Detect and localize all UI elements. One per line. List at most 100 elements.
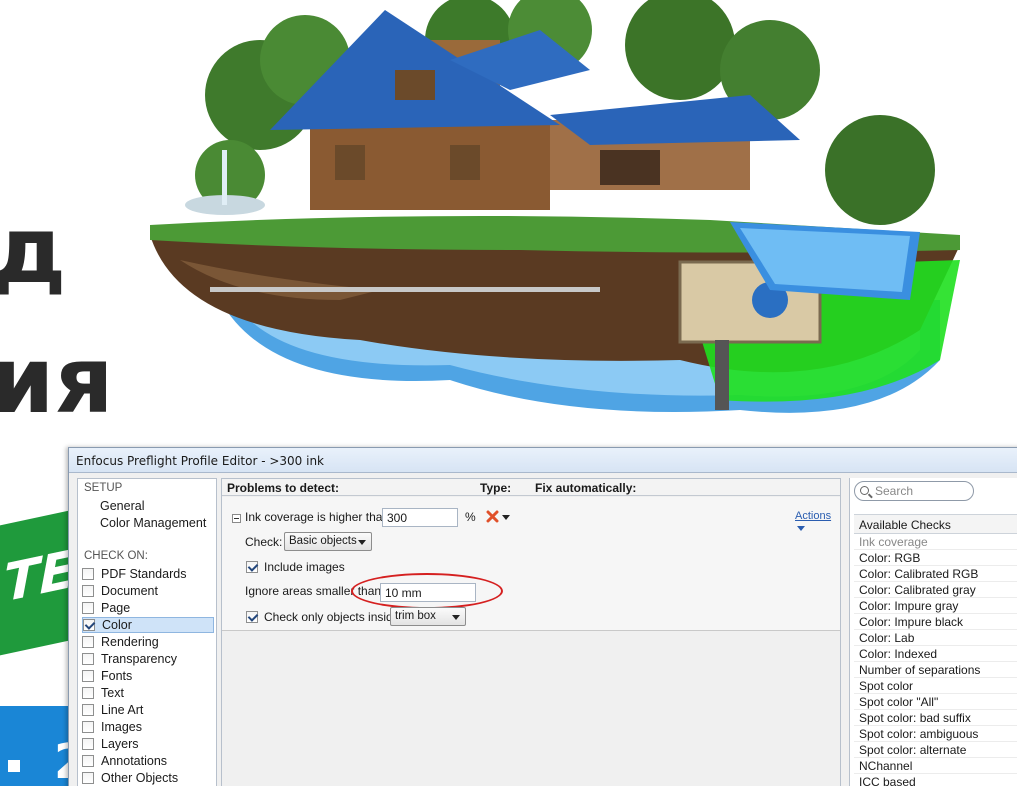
- setup-header: SETUP: [84, 482, 123, 494]
- sidebar-item-label: Rendering: [101, 635, 159, 649]
- window-title: Enfocus Preflight Profile Editor - >300 …: [69, 448, 1017, 473]
- sidebar-item-fonts[interactable]: Fonts: [82, 668, 214, 684]
- checkbox-checked[interactable]: [83, 619, 95, 631]
- checkbox[interactable]: [82, 636, 94, 648]
- checkbox[interactable]: [82, 755, 94, 767]
- type-dropdown-arrow-icon[interactable]: [502, 515, 510, 520]
- list-item[interactable]: Spot color "All": [854, 694, 1017, 710]
- list-item[interactable]: Color: RGB: [854, 550, 1017, 566]
- checkbox[interactable]: [82, 653, 94, 665]
- sidebar-item-label: PDF Standards: [101, 567, 187, 581]
- bullet-icon: [8, 760, 20, 772]
- sidebar-item-pdf-standards[interactable]: PDF Standards: [82, 566, 214, 582]
- checkbox[interactable]: [82, 738, 94, 750]
- ink-coverage-rule: Ink coverage is higher than 300 % Action…: [222, 497, 840, 631]
- check-select-value: Basic objects: [289, 535, 357, 547]
- check-item-ink-coverage[interactable]: Ink coverage: [854, 534, 1017, 550]
- sidebar-item-label: Color: [102, 618, 132, 632]
- check-on-header: CHECK ON:: [84, 550, 148, 562]
- sidebar-item-label: Transparency: [101, 652, 177, 666]
- header-problems: Problems to detect:: [227, 481, 340, 495]
- checkbox[interactable]: [82, 585, 94, 597]
- screenshot: д ия TE 2: [0, 0, 1017, 786]
- available-checks-header: Available Checks: [854, 514, 1017, 534]
- list-item[interactable]: Color: Impure gray: [854, 598, 1017, 614]
- sidebar-item-label: Fonts: [101, 669, 133, 683]
- box-select[interactable]: trim box: [390, 607, 466, 626]
- check-select[interactable]: Basic objects: [284, 532, 372, 551]
- search-input[interactable]: Search: [854, 481, 974, 501]
- sidebar-item-label: Page: [101, 601, 131, 615]
- list-item[interactable]: ICC based: [854, 774, 1017, 786]
- checkbox[interactable]: [82, 704, 94, 716]
- sidebar-item-label: Line Art: [101, 703, 144, 717]
- ink-coverage-input[interactable]: 300: [382, 508, 458, 527]
- sidebar-item-rendering[interactable]: Rendering: [82, 634, 214, 650]
- checkbox[interactable]: [82, 687, 94, 699]
- sidebar-item-label: Document: [101, 584, 158, 598]
- list-item[interactable]: Color: Impure black: [854, 614, 1017, 630]
- list-item[interactable]: Number of separations: [854, 662, 1017, 678]
- list-item[interactable]: NChannel: [854, 758, 1017, 774]
- list-item[interactable]: Color: Calibrated gray: [854, 582, 1017, 598]
- checkbox[interactable]: [82, 602, 94, 614]
- sidebar-item-annotations[interactable]: Annotations: [82, 753, 214, 769]
- list-item[interactable]: Spot color: [854, 678, 1017, 694]
- sidebar-item-color-management[interactable]: Color Management: [100, 516, 206, 530]
- background-heading-line2: ия: [0, 327, 114, 434]
- blue-banner: 2: [0, 706, 87, 786]
- sidebar-item-color[interactable]: Color: [82, 617, 214, 633]
- box-select-value: trim box: [395, 610, 436, 622]
- list-item[interactable]: Spot color: alternate: [854, 742, 1017, 758]
- checkbox[interactable]: [82, 670, 94, 682]
- rule-label: Ink coverage is higher than: [245, 510, 390, 524]
- collapse-icon[interactable]: [232, 514, 241, 523]
- actions-link[interactable]: Actions: [795, 510, 840, 534]
- available-checks-panel: Search Available Checks Ink coverage Col…: [849, 478, 1017, 786]
- house-island-illustration: [150, 0, 960, 413]
- header-fix: Fix automatically:: [535, 481, 637, 495]
- only-inside-checkbox[interactable]: [246, 611, 258, 623]
- sidebar-item-label: Annotations: [101, 754, 168, 768]
- list-item[interactable]: Color: Indexed: [854, 646, 1017, 662]
- sidebar-item-general[interactable]: General: [100, 499, 144, 513]
- profile-editor-window: Enfocus Preflight Profile Editor - >300 …: [68, 447, 1017, 786]
- list-item[interactable]: Color: Calibrated RGB: [854, 566, 1017, 582]
- search-placeholder: Search: [875, 484, 914, 498]
- sidebar: SETUP General Color Management CHECK ON:…: [77, 478, 217, 786]
- highlight-annotation: [351, 573, 503, 609]
- green-banner-text: TE: [4, 539, 75, 615]
- list-item[interactable]: Spot color: bad suffix: [854, 710, 1017, 726]
- checkbox[interactable]: [82, 721, 94, 733]
- actions-label: Actions: [795, 510, 832, 522]
- chevron-down-icon: [358, 540, 366, 545]
- sidebar-item-other-objects[interactable]: Other Objects: [82, 770, 214, 786]
- column-headers: Problems to detect: Type: Fix automatica…: [222, 479, 840, 496]
- sidebar-item-label: Layers: [101, 737, 139, 751]
- sidebar-item-images[interactable]: Images: [82, 719, 214, 735]
- sidebar-item-line-art[interactable]: Line Art: [82, 702, 214, 718]
- sidebar-item-layers[interactable]: Layers: [82, 736, 214, 752]
- list-item[interactable]: Spot color: ambiguous: [854, 726, 1017, 742]
- include-images-checkbox[interactable]: [246, 561, 258, 573]
- sidebar-item-page[interactable]: Page: [82, 600, 214, 616]
- sidebar-item-label: Text: [101, 686, 124, 700]
- check-label: Check:: [245, 535, 283, 549]
- sidebar-item-label: Images: [101, 720, 142, 734]
- chevron-down-icon: [452, 615, 460, 620]
- problems-panel: Problems to detect: Type: Fix automatica…: [221, 478, 841, 786]
- unit-label: %: [465, 510, 476, 524]
- sidebar-item-document[interactable]: Document: [82, 583, 214, 599]
- list-item[interactable]: Color: Lab: [854, 630, 1017, 646]
- search-icon: [860, 486, 869, 495]
- chevron-down-icon: [797, 525, 805, 531]
- sidebar-item-text[interactable]: Text: [82, 685, 214, 701]
- sidebar-item-transparency[interactable]: Transparency: [82, 651, 214, 667]
- background-heading-line1: д: [0, 197, 67, 304]
- sidebar-item-label: Other Objects: [101, 771, 179, 785]
- include-images-label: Include images: [264, 560, 345, 574]
- error-type-icon[interactable]: [486, 510, 499, 523]
- checkbox[interactable]: [82, 772, 94, 784]
- header-type: Type:: [480, 481, 512, 495]
- checkbox[interactable]: [82, 568, 94, 580]
